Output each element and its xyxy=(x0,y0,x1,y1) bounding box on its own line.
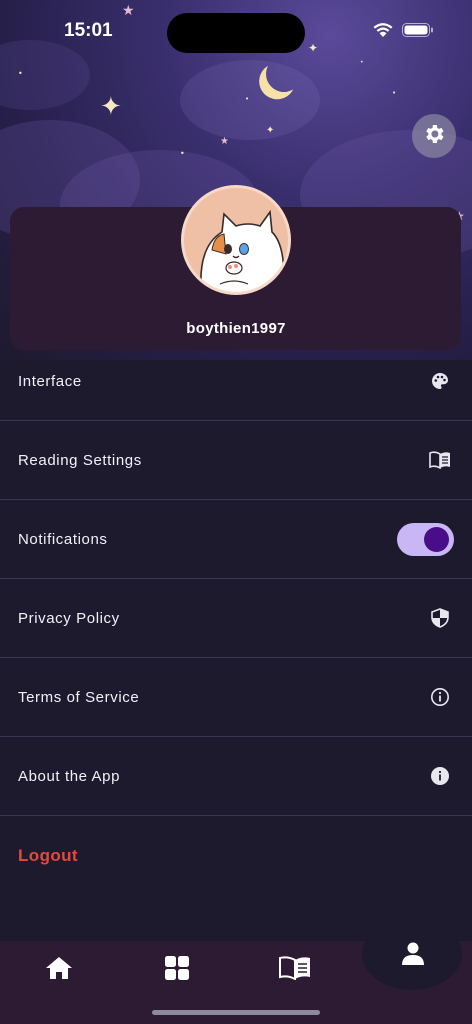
menu-item-label: Interface xyxy=(18,372,82,390)
wifi-icon xyxy=(372,22,394,43)
menu-item-label: Privacy Policy xyxy=(18,609,120,627)
battery-icon xyxy=(402,22,434,43)
info-outline-icon xyxy=(428,685,452,709)
notifications-toggle[interactable] xyxy=(397,522,454,556)
menu-item-label: Terms of Service xyxy=(18,688,140,706)
gear-icon xyxy=(422,122,446,151)
grid-icon xyxy=(164,955,190,986)
tab-library[interactable] xyxy=(279,955,311,985)
book-icon xyxy=(279,955,311,985)
status-time: 15:01 xyxy=(64,20,113,41)
book-icon xyxy=(428,448,452,472)
menu-item-interface[interactable]: Interface xyxy=(0,342,472,421)
tab-home[interactable] xyxy=(43,955,75,985)
dynamic-island xyxy=(167,13,305,53)
menu-item-notifications[interactable]: Notifications xyxy=(0,500,472,579)
menu-item-reading-settings[interactable]: Reading Settings xyxy=(0,421,472,500)
info-filled-icon xyxy=(428,764,452,788)
menu-item-about-the-app[interactable]: About the App xyxy=(0,737,472,816)
status-icons xyxy=(372,22,434,43)
menu-item-label: About the App xyxy=(18,767,121,785)
home-indicator xyxy=(152,1010,320,1015)
home-icon xyxy=(45,955,73,986)
menu-item-privacy-policy[interactable]: Privacy Policy xyxy=(0,579,472,658)
avatar[interactable] xyxy=(181,185,291,295)
logout-button[interactable]: Logout xyxy=(18,846,78,866)
menu-item-terms-of-service[interactable]: Terms of Service xyxy=(0,658,472,737)
username: boythien1997 xyxy=(186,320,286,337)
shield-icon xyxy=(428,606,452,630)
settings-menu: Interface Reading Settings Notifications xyxy=(0,342,472,816)
tab-browse[interactable] xyxy=(161,955,193,985)
toggle-knob xyxy=(424,526,449,552)
palette-icon xyxy=(428,369,452,393)
menu-item-label: Reading Settings xyxy=(18,451,142,469)
settings-button[interactable] xyxy=(412,114,456,158)
person-icon xyxy=(400,940,426,971)
tab-profile[interactable] xyxy=(397,940,429,970)
menu-item-label: Notifications xyxy=(18,530,108,548)
